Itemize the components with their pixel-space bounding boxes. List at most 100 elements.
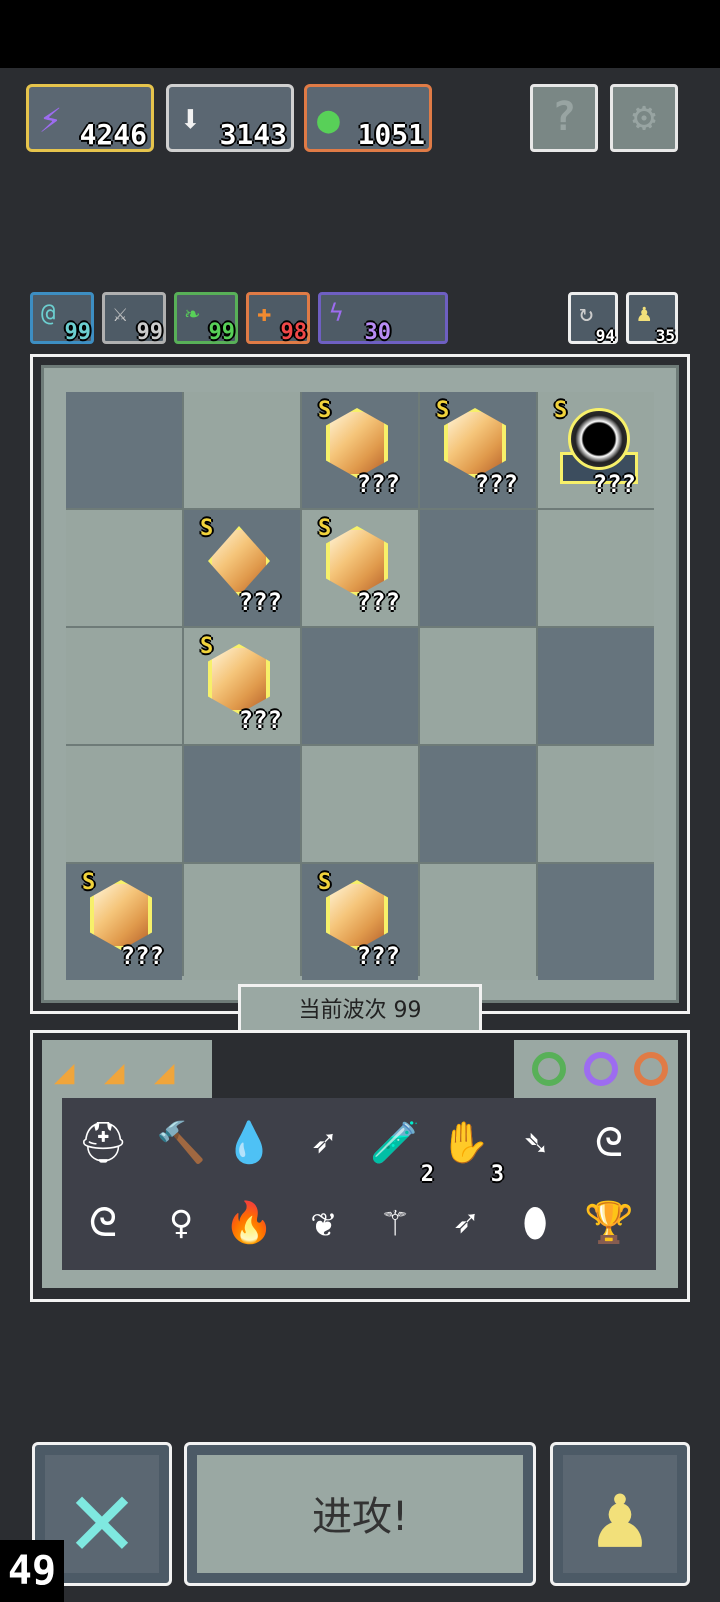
board-cell[interactable] <box>66 392 182 508</box>
stat-at: @ 99 <box>30 292 94 345</box>
board-item[interactable]: S??? <box>318 516 400 616</box>
red-arrow-icon[interactable]: ➴ <box>502 1110 568 1176</box>
stat-value: 94 <box>595 326 615 345</box>
gem-icon <box>444 408 506 478</box>
blue-swirl-icon[interactable]: ᘓ <box>576 1110 642 1176</box>
stat-plus: ✚ 98 <box>246 292 310 345</box>
board-cell[interactable] <box>538 746 654 862</box>
purple-swirl-icon[interactable]: ᘓ <box>70 1190 136 1256</box>
help-button[interactable]: ? <box>530 84 598 152</box>
orange-ring-icon[interactable] <box>634 1052 668 1086</box>
board-cell[interactable]: S??? <box>302 510 418 626</box>
wedge-tab-icon[interactable]: ◢ <box>104 1052 144 1092</box>
board-cell[interactable] <box>66 628 182 744</box>
stat-pawn: ♟ 35 <box>626 292 678 345</box>
board-cell[interactable] <box>420 864 536 980</box>
gear-icon: ⚙ <box>631 94 657 140</box>
water-drop-icon[interactable]: 💧 <box>216 1110 282 1176</box>
stat-value: 30 <box>364 320 392 345</box>
stat-value: 98 <box>280 320 308 345</box>
board-grid: S??? S??? S??? S??? S??? S??? S??? S??? <box>66 392 654 980</box>
board-cell[interactable] <box>538 510 654 626</box>
stat-refresh: ↻ 94 <box>568 292 618 345</box>
board-cell[interactable] <box>420 510 536 626</box>
board-item[interactable]: S??? <box>554 398 638 498</box>
slot-glyph: ᘓ <box>88 1200 118 1246</box>
board-cell[interactable] <box>538 864 654 980</box>
board-cell[interactable] <box>538 628 654 744</box>
gem-icon <box>326 526 388 596</box>
mirror-icon[interactable]: ⬮ <box>502 1190 568 1256</box>
rank-badge: S <box>318 516 332 541</box>
slot-glyph: 🔨 <box>156 1120 206 1166</box>
board-item[interactable]: S??? <box>436 398 518 498</box>
board-cell[interactable] <box>184 864 300 980</box>
wand-icon[interactable]: ⚚ <box>362 1190 428 1256</box>
board-cell[interactable] <box>184 746 300 862</box>
attack-button[interactable]: 进攻! <box>184 1442 536 1586</box>
item-label: ??? <box>120 942 164 970</box>
stat-value: 99 <box>64 320 92 345</box>
chalice-icon[interactable]: 🏆 <box>576 1190 642 1256</box>
board-item[interactable]: S??? <box>82 870 164 970</box>
key-icon[interactable]: ♀ <box>148 1190 214 1256</box>
board-item[interactable]: S??? <box>200 516 282 616</box>
sword-icon: ⚔ <box>113 299 128 327</box>
board-cell[interactable]: S??? <box>302 392 418 508</box>
refresh-icon: ↻ <box>579 299 594 327</box>
leaf-icon: ❧ <box>185 299 200 327</box>
board-cell[interactable]: S??? <box>66 864 182 980</box>
board-cell[interactable] <box>420 628 536 744</box>
wedge-tab-icon[interactable]: ◢ <box>54 1052 94 1092</box>
lightning-icon: ⚡ <box>39 97 62 141</box>
resource-lightning: ⚡ 4246 <box>26 84 154 152</box>
potion-icon[interactable]: 🧪 2 <box>362 1110 434 1186</box>
board-cell[interactable]: S??? <box>538 392 654 508</box>
wedge-tab-icon[interactable]: ◢ <box>154 1052 194 1092</box>
item-label: ??? <box>238 706 282 734</box>
board-cell[interactable] <box>302 628 418 744</box>
resource-arrow: ⬇ 3143 <box>166 84 294 152</box>
slot-glyph: ❦ <box>310 1200 336 1246</box>
plus-icon: ✚ <box>257 299 272 327</box>
portal-icon <box>568 408 630 470</box>
stat-leaf: ❧ 99 <box>174 292 238 345</box>
board-cell[interactable]: S??? <box>184 510 300 626</box>
purple-ring-icon[interactable] <box>584 1052 618 1086</box>
board-cell[interactable]: S??? <box>420 392 536 508</box>
rank-badge: S <box>82 870 96 895</box>
slot-glyph: ᘓ <box>594 1120 624 1166</box>
hammer-icon[interactable]: 🔨 <box>148 1110 214 1176</box>
board-item[interactable]: S??? <box>200 634 282 734</box>
board-cell[interactable] <box>420 746 536 862</box>
fps-counter: 49 <box>0 1540 64 1602</box>
character-button[interactable]: ♟ <box>550 1442 690 1586</box>
resource-slime: ● 1051 <box>304 84 432 152</box>
green-arrow-icon[interactable]: ➶ <box>290 1110 356 1176</box>
helmet-icon[interactable]: ⛑ <box>70 1110 136 1176</box>
board-cell[interactable]: S??? <box>184 628 300 744</box>
item-label: ??? <box>356 942 400 970</box>
claw-icon[interactable]: ✋ 3 <box>432 1110 504 1186</box>
slot-glyph: ➴ <box>522 1120 548 1166</box>
item-label: ??? <box>592 470 636 498</box>
fire-icon[interactable]: 🔥 <box>216 1190 282 1256</box>
resource-value: 1051 <box>357 118 425 151</box>
at-icon: @ <box>41 299 56 327</box>
vine-icon[interactable]: ❦ <box>290 1190 356 1256</box>
board-cell[interactable] <box>66 746 182 862</box>
board-cell[interactable] <box>302 746 418 862</box>
gem-icon <box>326 408 388 478</box>
settings-button[interactable]: ⚙ <box>610 84 678 152</box>
board-cell[interactable] <box>66 510 182 626</box>
board-cell[interactable]: S??? <box>302 864 418 980</box>
board-item[interactable]: S??? <box>318 398 400 498</box>
pink-arrow-icon[interactable]: ➶ <box>432 1190 498 1256</box>
bolt-icon: ϟ <box>329 299 344 327</box>
board-item[interactable]: S??? <box>318 870 400 970</box>
gem-icon <box>90 880 152 950</box>
rank-badge: S <box>436 398 450 423</box>
green-ring-icon[interactable] <box>532 1052 566 1086</box>
slot-glyph: ➶ <box>310 1120 336 1166</box>
board-cell[interactable] <box>184 392 300 508</box>
